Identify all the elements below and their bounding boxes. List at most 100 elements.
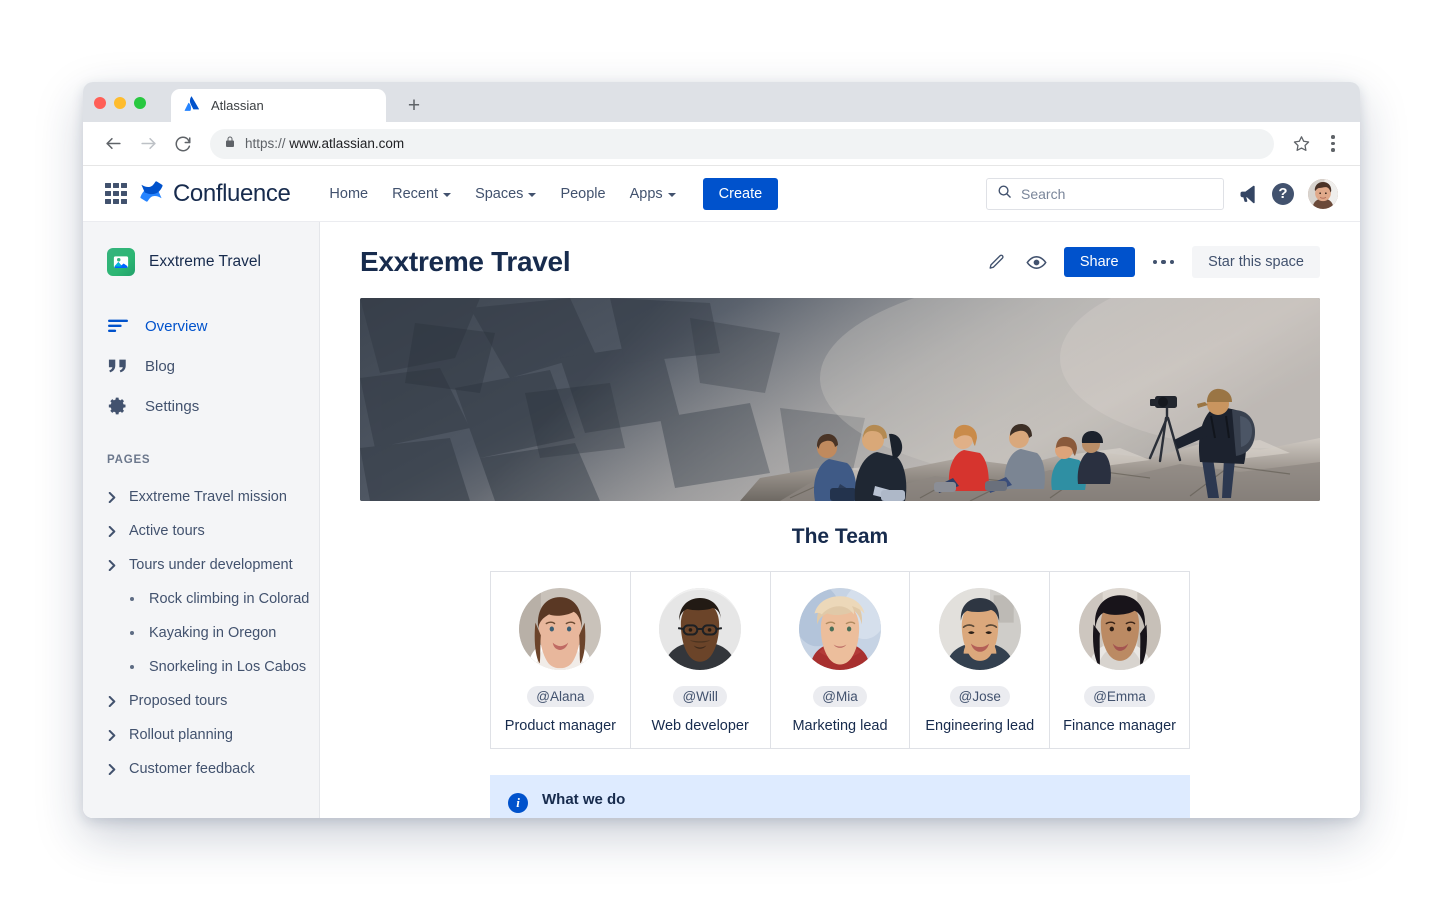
browser-tab[interactable]: Atlassian xyxy=(171,89,386,122)
gear-icon xyxy=(107,396,129,416)
team-member-card: @Alana Product manager xyxy=(491,572,631,748)
page-item-active-tours[interactable]: Active tours xyxy=(83,514,319,548)
share-button[interactable]: Share xyxy=(1063,247,1135,277)
chevron-right-icon[interactable] xyxy=(107,525,117,537)
search-placeholder: Search xyxy=(1021,185,1066,202)
nav-link-label: Recent xyxy=(392,185,439,202)
chevron-right-icon[interactable] xyxy=(107,729,117,741)
help-icon[interactable]: ? xyxy=(1272,182,1294,205)
photo-space-icon xyxy=(107,248,135,276)
space-name: Exxtreme Travel xyxy=(149,253,261,270)
team-member-role: Marketing lead xyxy=(792,718,888,734)
back-arrow-icon[interactable] xyxy=(97,128,129,160)
avatar xyxy=(659,588,742,670)
chevron-right-icon[interactable] xyxy=(107,695,117,707)
new-tab-button[interactable]: + xyxy=(400,91,428,119)
mention-badge[interactable]: @Alana xyxy=(527,686,594,707)
chevron-right-icon[interactable] xyxy=(107,491,117,503)
avatar xyxy=(1078,588,1161,670)
overview-lines-icon xyxy=(107,318,129,334)
team-member-role: Web developer xyxy=(651,718,749,734)
eye-icon[interactable] xyxy=(1024,249,1050,275)
url-host: www.atlassian.com xyxy=(289,136,405,151)
pages-section-heading: PAGES xyxy=(107,454,151,466)
bullet-icon xyxy=(127,665,137,669)
mention-badge[interactable]: @Jose xyxy=(949,686,1010,707)
sidebar-item-overview[interactable]: Overview xyxy=(83,306,319,346)
ellipsis-icon[interactable] xyxy=(1149,254,1179,271)
forward-arrow-icon[interactable] xyxy=(132,128,164,160)
mention-badge[interactable]: @Will xyxy=(673,686,727,707)
pencil-icon[interactable] xyxy=(984,249,1010,275)
mention-badge[interactable]: @Emma xyxy=(1084,686,1155,707)
lock-icon xyxy=(224,135,236,153)
confluence-app: Confluence Home Recent Spaces People App… xyxy=(83,166,1360,818)
page-item-rollout-planning[interactable]: Rollout planning xyxy=(83,718,319,752)
url-scheme: https:// xyxy=(245,136,286,151)
sidebar-item-label: Blog xyxy=(145,357,176,375)
nav-link-label: Home xyxy=(329,185,369,202)
reload-icon[interactable] xyxy=(167,128,199,160)
team-member-card: @Mia Marketing lead xyxy=(771,572,911,748)
browser-tab-title: Atlassian xyxy=(211,98,264,113)
chevron-right-icon[interactable] xyxy=(107,763,117,775)
star-outline-icon[interactable] xyxy=(1285,128,1317,160)
avatar xyxy=(798,588,881,670)
avatar xyxy=(519,588,602,670)
avatar xyxy=(938,588,1021,670)
browser-addressbar: https:// www.atlassian.com xyxy=(83,122,1360,166)
page-item-snorkeling-in-los-cabos[interactable]: Snorkeling in Los Cabos xyxy=(83,650,319,684)
mention-badge[interactable]: @Mia xyxy=(813,686,867,707)
nav-link-label: Spaces xyxy=(475,185,524,202)
page-item-rock-climbing-in-colorado[interactable]: Rock climbing in Colorado xyxy=(83,582,319,616)
bullet-icon xyxy=(127,597,137,601)
grid-apps-icon[interactable] xyxy=(103,181,129,207)
create-button[interactable]: Create xyxy=(702,177,779,210)
confluence-logo[interactable]: Confluence xyxy=(139,179,291,209)
megaphone-icon[interactable] xyxy=(1238,184,1258,204)
close-window-button[interactable] xyxy=(94,97,106,109)
page-item-label: Active tours xyxy=(129,523,205,539)
sidebar-item-blog[interactable]: Blog xyxy=(83,346,319,386)
page-actions: Share Star this space xyxy=(984,246,1320,278)
avatar[interactable] xyxy=(1308,178,1338,209)
page-item-exxtreme-travel-mission[interactable]: Exxtreme Travel mission xyxy=(83,480,319,514)
nav-link-recent[interactable]: Recent xyxy=(381,179,462,209)
nav-link-people[interactable]: People xyxy=(549,179,616,209)
info-panel-body: Our customers expect a first-class adven… xyxy=(542,815,1136,818)
nav-link-apps[interactable]: Apps xyxy=(619,179,687,209)
page-item-kayaking-in-oregon[interactable]: Kayaking in Oregon xyxy=(83,616,319,650)
info-panel: i What we do Our customers expect a firs… xyxy=(490,775,1190,818)
page-title: Exxtreme Travel xyxy=(360,246,571,277)
kebab-menu-icon[interactable] xyxy=(1320,128,1346,160)
team-member-role: Engineering lead xyxy=(925,718,1035,734)
page-item-label: Rollout planning xyxy=(129,727,233,743)
page-item-customer-feedback[interactable]: Customer feedback xyxy=(83,752,319,786)
sidebar-item-settings[interactable]: Settings xyxy=(83,386,319,426)
nav-link-home[interactable]: Home xyxy=(318,179,379,209)
page-item-tours-under-development[interactable]: Tours under development xyxy=(83,548,319,582)
page-item-proposed-tours[interactable]: Proposed tours xyxy=(83,684,319,718)
maximize-window-button[interactable] xyxy=(134,97,146,109)
space-nav: Overview Blog Settings xyxy=(83,306,319,426)
page-item-label: Tours under development xyxy=(129,557,293,573)
browser-tabstrip: Atlassian + xyxy=(83,82,1360,122)
info-panel-title: What we do xyxy=(542,791,626,808)
minimize-window-button[interactable] xyxy=(114,97,126,109)
team-member-card: @Emma Finance manager xyxy=(1050,572,1189,748)
nav-link-spaces[interactable]: Spaces xyxy=(464,179,547,209)
atlassian-favicon-icon xyxy=(184,95,200,116)
app-body: Exxtreme Travel Overview Blog Settings P… xyxy=(83,222,1360,818)
info-icon: i xyxy=(508,793,528,813)
star-this-space-button[interactable]: Star this space xyxy=(1192,246,1320,278)
team-section-title: The Team xyxy=(791,525,889,548)
chevron-right-icon[interactable] xyxy=(107,559,117,571)
url-input[interactable]: https:// www.atlassian.com xyxy=(210,128,1274,159)
team-member-role: Product manager xyxy=(504,718,617,734)
nav-link-label: Apps xyxy=(629,185,663,202)
page-item-label: Customer feedback xyxy=(129,761,255,777)
space-header[interactable]: Exxtreme Travel xyxy=(83,242,319,276)
url-text: https:// www.atlassian.com xyxy=(245,136,404,151)
page-item-label: Kayaking in Oregon xyxy=(149,625,277,641)
search-input[interactable]: Search xyxy=(986,177,1224,210)
